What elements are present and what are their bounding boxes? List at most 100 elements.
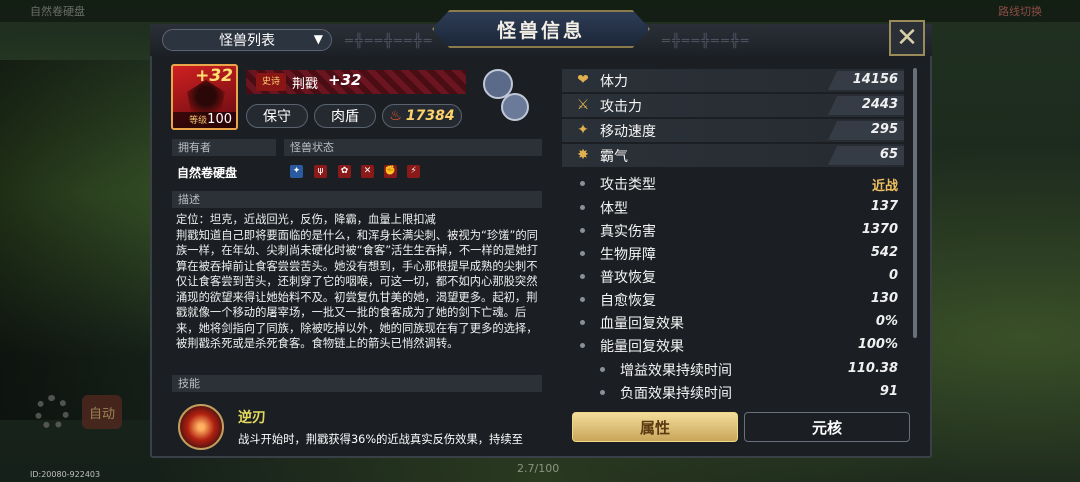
auto-battle-button: 自动	[82, 395, 122, 429]
status-cross-icon[interactable]: ✕	[361, 165, 374, 178]
stat-value: 0%	[875, 314, 898, 329]
stat-label: 霸气	[600, 149, 628, 165]
skills-header: 技能	[172, 375, 542, 392]
element-badge[interactable]	[475, 65, 541, 127]
claw-icon: ✸	[577, 147, 589, 163]
element-icon-secondary	[501, 93, 529, 121]
bullet-icon	[580, 181, 585, 186]
panel-title: 怪兽信息	[432, 10, 650, 48]
settings-gear-icon	[35, 395, 69, 429]
stat-row-attack-recovery: 普攻恢复 0	[562, 265, 904, 288]
stat-value: 14156	[852, 72, 898, 87]
stat-row-self-heal: 自愈恢复 130	[562, 288, 904, 311]
flame-icon: ♨	[389, 108, 402, 124]
monster-name: 荆戳	[292, 77, 319, 92]
stat-value: 2443	[861, 97, 898, 112]
portrait-plus: +32	[195, 66, 233, 86]
stat-label: 能量回复效果	[600, 339, 684, 355]
stat-row-speed: ✦ 移动速度 295	[562, 119, 904, 142]
skill-description: 战斗开始时，荆戳获得36%的近战真实反伤效果，持续至	[238, 433, 523, 446]
stat-row-hp-regen: 血量回复效果 0%	[562, 311, 904, 334]
stat-label: 负面效果持续时间	[620, 386, 732, 399]
background-route-label: 路线切换	[998, 5, 1042, 18]
tab-core[interactable]: 元核	[744, 412, 910, 442]
portrait-level: 等级100	[173, 112, 236, 128]
header-ornament-right: ═╬══╬══╬═	[662, 34, 751, 49]
status-shield-icon[interactable]: ✿	[338, 165, 351, 178]
bullet-icon	[580, 251, 585, 256]
stat-label: 攻击力	[600, 99, 642, 115]
monster-list-dropdown[interactable]: 怪兽列表 ▼	[162, 29, 332, 51]
owner-header: 拥有者	[172, 139, 276, 156]
stats-list[interactable]: ❤ 体力 14156 ⚔ 攻击力 2443 ✦ 移动速度 295 ✸ 霸气 65…	[562, 63, 922, 399]
background-progress-text: 2.7/100	[517, 462, 560, 475]
stat-label: 移动速度	[600, 124, 656, 140]
dropdown-arrow-icon: ▼	[313, 32, 323, 46]
stat-row-hp: ❤ 体力 14156	[562, 69, 904, 92]
bullet-icon	[580, 274, 585, 279]
role-pill-2: 肉盾	[314, 104, 376, 128]
stat-value: 0	[888, 268, 898, 283]
stat-row-debuff-duration: 负面效果持续时间 91	[562, 381, 904, 399]
stat-row-body-size: 体型 137	[562, 196, 904, 219]
stat-label: 体力	[600, 74, 628, 90]
stats-scrollbar[interactable]	[913, 68, 917, 338]
owner-name: 自然卷硬盘	[177, 166, 238, 180]
stat-label: 自愈恢复	[600, 293, 656, 309]
status-claw-icon[interactable]: ψ	[314, 165, 327, 178]
header-ornament-left: ═╬══╬══╬═	[345, 34, 434, 49]
stat-row-buff-duration: 增益效果持续时间 110.38	[562, 358, 904, 381]
close-icon: ✕	[896, 23, 918, 53]
stat-value: 65	[879, 147, 898, 162]
bullet-icon	[600, 367, 605, 372]
description-text: 定位：坦克，近战回光，反伤，降霸，血量上限扣减 荆戳知道自己即将要面临的是什么，…	[176, 213, 538, 350]
stat-row-attack-type: 攻击类型 近战	[562, 172, 904, 195]
role-pill-1: 保守	[246, 104, 308, 128]
bullet-icon	[580, 297, 585, 302]
status-fist-icon[interactable]: ✊	[384, 165, 397, 178]
stat-value: 1370	[861, 222, 898, 237]
level-prefix: 等级	[189, 116, 208, 126]
dropdown-label: 怪兽列表	[219, 33, 275, 49]
close-button[interactable]: ✕	[889, 20, 925, 56]
rank-tag: 史诗	[256, 73, 286, 91]
stat-value: 91	[879, 384, 898, 399]
status-header: 怪兽状态	[284, 139, 542, 156]
stat-value: 110.38	[847, 361, 898, 376]
tab-attributes[interactable]: 属性	[572, 412, 738, 442]
stat-label: 普攻恢复	[600, 270, 656, 286]
bullet-icon	[580, 320, 585, 325]
skill-icon[interactable]	[178, 404, 224, 450]
stat-label: 真实伤害	[600, 224, 656, 240]
stat-row-energy-regen: 能量回复效果 100%	[562, 334, 904, 357]
stat-row-true-damage: 真实伤害 1370	[562, 219, 904, 242]
boot-icon: ✦	[577, 122, 589, 138]
stat-value: 137	[870, 199, 898, 214]
stat-value: 130	[870, 291, 898, 306]
level-value: 100	[207, 112, 232, 127]
stat-row-attack: ⚔ 攻击力 2443	[562, 94, 904, 117]
monster-name-bar: 史诗 荆戳 +32	[246, 70, 466, 94]
bullet-icon	[600, 390, 605, 395]
status-slash-icon[interactable]: ⚡	[407, 165, 420, 178]
stat-value: 100%	[857, 337, 898, 352]
status-frost-icon[interactable]: ✦	[290, 165, 303, 178]
background-left-shade	[0, 60, 150, 420]
stat-label: 增益效果持续时间	[620, 363, 732, 379]
monster-portrait[interactable]: +32 等级100	[171, 64, 238, 130]
power-pill: ♨ 17384	[382, 104, 462, 128]
stat-label: 攻击类型	[600, 177, 656, 193]
bullet-icon	[580, 205, 585, 210]
background-player-name: 自然卷硬盘	[30, 5, 85, 18]
user-id-label: ID:20080-922403	[30, 470, 101, 479]
stat-value: 近战	[871, 179, 898, 194]
stat-label: 体型	[600, 201, 628, 217]
description-header: 描述	[172, 191, 542, 208]
bullet-icon	[580, 228, 585, 233]
heart-icon: ❤	[577, 72, 589, 88]
stat-label: 生物屏障	[600, 247, 656, 263]
monster-name-plus: +32	[328, 71, 362, 89]
stat-label: 血量回复效果	[600, 316, 684, 332]
bullet-icon	[580, 343, 585, 348]
stat-row-bio-barrier: 生物屏障 542	[562, 242, 904, 265]
